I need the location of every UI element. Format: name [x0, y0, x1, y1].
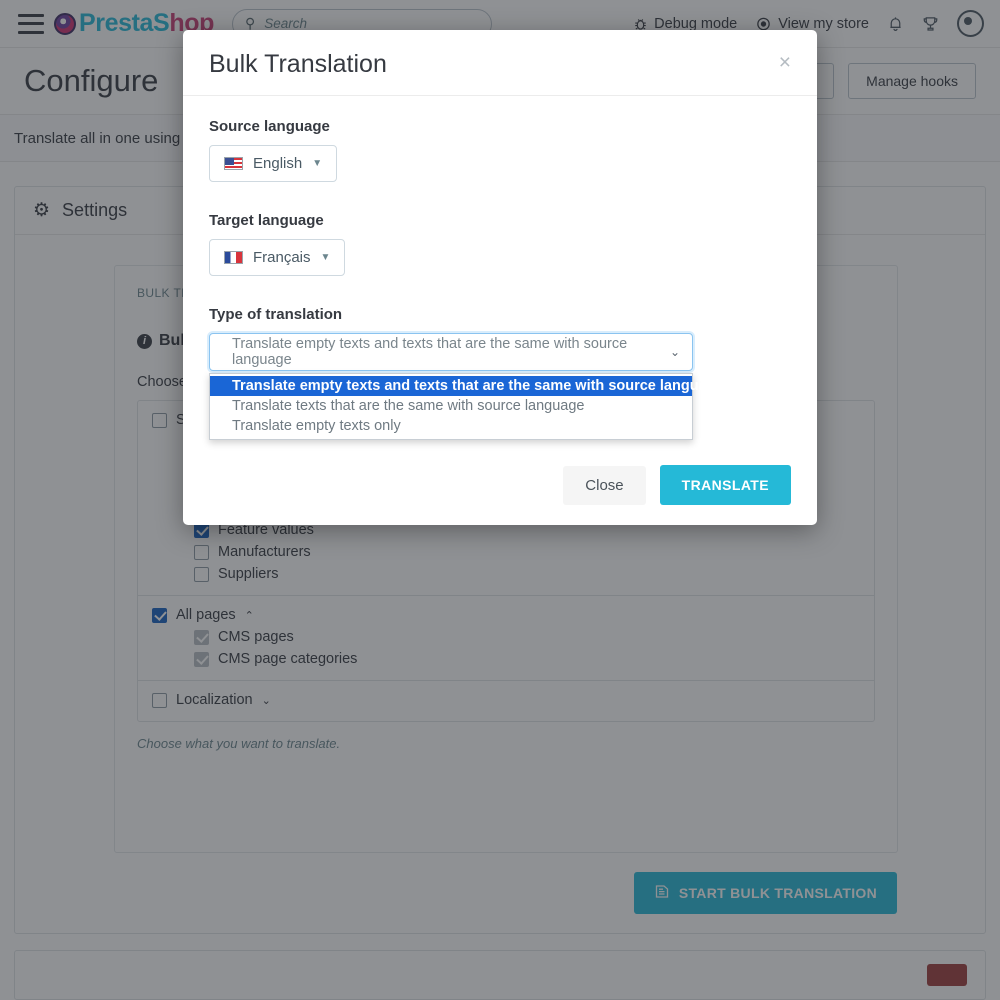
translation-type-selected-value: Translate empty texts and texts that are… — [232, 336, 628, 368]
option-item[interactable]: Translate empty texts only — [210, 416, 692, 436]
flag-us-icon — [224, 157, 243, 170]
source-language-value: English — [253, 155, 303, 172]
target-language-label: Target language — [209, 212, 324, 229]
translation-type-select[interactable]: Translate empty texts and texts that are… — [209, 333, 693, 371]
close-button[interactable]: Close — [563, 465, 646, 505]
translation-type-label: Type of translation — [209, 306, 343, 323]
translation-type-options: Translate empty texts and texts that are… — [209, 373, 724, 440]
chevron-down-icon: ⌄ — [669, 345, 680, 359]
bulk-translation-modal: Bulk Translation × Source language Engli… — [183, 30, 817, 525]
source-language-label: Source language — [209, 118, 330, 135]
target-language-value: Français — [253, 249, 311, 266]
option-item[interactable]: Translate empty texts and texts that are… — [210, 376, 724, 396]
source-language-dropdown[interactable]: English ▼ — [209, 145, 338, 182]
chevron-down-icon: ▼ — [312, 158, 323, 169]
modal-body: Source language English ▼ Target languag… — [183, 96, 817, 440]
translation-type-select-wrapper: Translate empty texts and texts that are… — [209, 333, 791, 440]
modal-title: Bulk Translation — [209, 50, 387, 78]
flag-fr-icon — [224, 251, 243, 264]
close-icon[interactable]: × — [779, 52, 791, 73]
modal-footer: Close TRANSLATE — [183, 449, 817, 525]
chevron-down-icon: ▼ — [320, 252, 331, 263]
option-item[interactable]: Translate texts that are the same with s… — [210, 396, 692, 416]
target-language-dropdown[interactable]: Français ▼ — [209, 239, 346, 276]
translate-button[interactable]: TRANSLATE — [659, 465, 791, 505]
modal-header: Bulk Translation × — [183, 30, 817, 96]
